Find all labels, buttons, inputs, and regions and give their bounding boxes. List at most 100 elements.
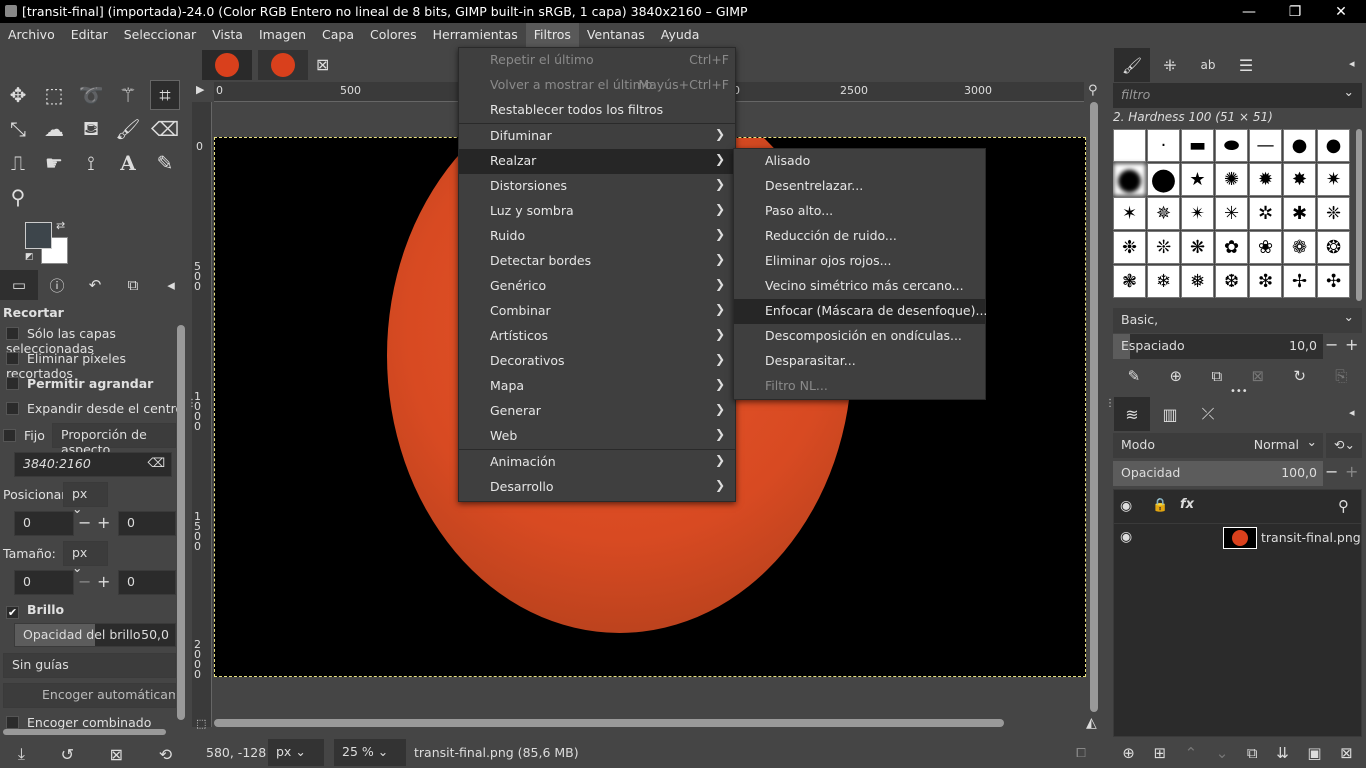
- layer-row[interactable]: ◉ transit-final.png: [1114, 524, 1361, 554]
- smudge-tool-icon[interactable]: ☛: [39, 148, 69, 178]
- close-button[interactable]: ✕: [1318, 0, 1364, 23]
- menu-filtros[interactable]: Filtros: [525, 23, 579, 47]
- duplicate-brush-icon[interactable]: ⧉: [1211, 367, 1222, 385]
- restore-options-icon[interactable]: ↺: [61, 745, 74, 764]
- add-mask-icon[interactable]: ▣: [1307, 744, 1321, 762]
- paths-tool-icon[interactable]: ⟟: [76, 148, 106, 178]
- brush-grid[interactable]: · ▬ ⬬ — ● ● ● ● ★ ✺ ✹ ✸ ✷ ✶ ✵ ✴ ✳ ✲ ✱ ❈ ❉ ❊ ❋ ✿ ❀ ❁ ❂ ❃ ❄ ❅ ❆ ❇ ✢ ✣: [1113, 129, 1353, 304]
- brush-thumbnail[interactable]: ❋: [1181, 231, 1214, 264]
- brush-scrollbar[interactable]: [1356, 129, 1362, 301]
- menu-item-artistic[interactable]: Artísticos ❯: [459, 324, 735, 349]
- brush-thumbnail[interactable]: ✱: [1283, 197, 1316, 230]
- menu-item-animation[interactable]: Animación ❯: [459, 450, 735, 475]
- auto-shrink-button[interactable]: Encoger automáticamente: [3, 683, 176, 708]
- refresh-brushes-icon[interactable]: ↻: [1293, 367, 1306, 385]
- brush-thumbnail[interactable]: ❄: [1147, 265, 1180, 298]
- menu-item-distorts[interactable]: Distorsiones ❯: [459, 174, 735, 199]
- brush-thumbnail[interactable]: ✷: [1317, 163, 1350, 196]
- menu-item-generic[interactable]: Genérico ❯: [459, 274, 735, 299]
- brush-thumbnail[interactable]: ●: [1283, 129, 1316, 162]
- brush-thumbnail[interactable]: ●: [1317, 129, 1350, 162]
- delete-layer-icon[interactable]: ⊠: [1340, 744, 1353, 762]
- swap-colors-icon[interactable]: ⇄: [56, 219, 65, 232]
- fonts-tab-icon[interactable]: ab: [1190, 48, 1226, 82]
- move-tool-icon[interactable]: ✥: [3, 80, 33, 110]
- brush-thumbnail[interactable]: ★: [1181, 163, 1214, 196]
- layer-mode-switch-icon[interactable]: ⟲⌄: [1326, 433, 1362, 458]
- undo-history-tab-icon[interactable]: ↶: [76, 270, 114, 300]
- tab-menu-icon[interactable]: ◂: [1349, 57, 1355, 70]
- vertical-scrollbar[interactable]: [1090, 102, 1098, 712]
- decrement-icon[interactable]: −: [78, 513, 91, 532]
- brush-thumbnail[interactable]: ✹: [1249, 163, 1282, 196]
- checkbox[interactable]: [6, 402, 19, 415]
- raise-layer-icon[interactable]: ⌃: [1185, 744, 1198, 762]
- size-y-input[interactable]: 0: [118, 570, 176, 595]
- brush-thumbnail[interactable]: ·: [1147, 129, 1180, 162]
- tab-menu-icon[interactable]: ◂: [1349, 406, 1355, 419]
- menu-item-high-pass[interactable]: Paso alto...: [734, 199, 985, 224]
- menu-item-red-eye-removal[interactable]: Eliminar ojos rojos...: [734, 249, 985, 274]
- save-options-icon[interactable]: ⤓: [18, 744, 25, 764]
- brush-thumbnail[interactable]: ❀: [1249, 231, 1282, 264]
- open-brush-as-image-icon[interactable]: ⎘: [1335, 367, 1347, 385]
- minimize-button[interactable]: —: [1226, 0, 1272, 23]
- menu-ventanas[interactable]: Ventanas: [579, 23, 653, 47]
- new-layer-group-icon[interactable]: ⊞: [1153, 744, 1166, 762]
- eye-icon[interactable]: ◉: [1120, 498, 1132, 514]
- menu-colores[interactable]: Colores: [362, 23, 425, 47]
- clear-icon[interactable]: ⌫: [147, 455, 165, 470]
- quick-mask-icon[interactable]: ⬚: [196, 717, 206, 730]
- fx-icon[interactable]: fx: [1180, 497, 1194, 512]
- menu-item-development[interactable]: Desarrollo ❯: [459, 475, 735, 500]
- menu-item-decor[interactable]: Decorativos ❯: [459, 349, 735, 374]
- dock-resize-handle[interactable]: •••: [1230, 386, 1248, 397]
- merge-layer-icon[interactable]: ⇊: [1276, 744, 1289, 762]
- brush-thumbnail[interactable]: [1113, 129, 1146, 162]
- brush-thumbnail[interactable]: ❁: [1283, 231, 1316, 264]
- fixed-option[interactable]: Fijo: [3, 428, 45, 443]
- brush-thumbnail[interactable]: ❂: [1317, 231, 1350, 264]
- search-icon[interactable]: ⚲: [1338, 497, 1349, 515]
- expand-center-option[interactable]: Expandir desde el centro: [6, 401, 183, 416]
- brush-thumbnail[interactable]: ❃: [1113, 265, 1146, 298]
- zoom-select[interactable]: 25 % ⌄: [334, 739, 406, 766]
- brush-thumbnail[interactable]: ⬬: [1215, 129, 1248, 162]
- menu-item-edge-detect[interactable]: Detectar bordes ❯: [459, 249, 735, 274]
- menu-item-noise-reduction[interactable]: Reducción de ruido...: [734, 224, 985, 249]
- increment-icon[interactable]: +: [97, 513, 110, 532]
- menu-item-reset-all-filters[interactable]: Restablecer todos los filtros: [459, 98, 735, 123]
- brush-thumbnail[interactable]: ❇: [1249, 265, 1282, 298]
- menu-item-unsharp-mask[interactable]: Enfocar (Máscara de desenfoque)...: [734, 299, 987, 324]
- aspect-dropdown[interactable]: Proporción de aspecto: [52, 423, 176, 457]
- decrement-icon[interactable]: −: [78, 572, 91, 591]
- image-tab-2[interactable]: [258, 50, 308, 80]
- highlight-option[interactable]: ✔ Brillo: [6, 602, 64, 619]
- eraser-tool-icon[interactable]: ⌫: [150, 114, 180, 144]
- brush-thumbnail[interactable]: ❈: [1317, 197, 1350, 230]
- checkbox-checked-icon[interactable]: ✔: [6, 606, 19, 619]
- navigate-icon[interactable]: ◭: [1086, 715, 1097, 731]
- size-x-input[interactable]: 0: [14, 570, 74, 595]
- image-tab-1[interactable]: [202, 50, 252, 80]
- guides-dropdown[interactable]: Sin guías: [3, 653, 176, 678]
- patterns-tab-icon[interactable]: ⁜: [1152, 48, 1188, 82]
- checkbox[interactable]: [3, 429, 16, 442]
- brush-preset-dropdown[interactable]: Basic, ⌄: [1113, 308, 1362, 333]
- menu-item-light-shadow[interactable]: Luz y sombra ❯: [459, 199, 735, 224]
- increment-icon[interactable]: +: [1345, 335, 1358, 354]
- brush-thumbnail[interactable]: ✲: [1249, 197, 1282, 230]
- rect-select-tool-icon[interactable]: ⬚: [39, 80, 69, 110]
- shrink-merged-option[interactable]: Encoger combinado: [6, 715, 151, 730]
- menu-item-blur[interactable]: Difuminar ❯: [459, 124, 735, 149]
- menu-item-despeckle[interactable]: Desparasitar...: [734, 349, 985, 374]
- warp-tool-icon[interactable]: ☁: [39, 114, 69, 144]
- size-unit-select[interactable]: px ⌄: [63, 541, 108, 575]
- checkbox[interactable]: [6, 327, 19, 340]
- duplicate-layer-icon[interactable]: ⧉: [1247, 744, 1258, 762]
- brush-thumbnail[interactable]: ✺: [1215, 163, 1248, 196]
- tab-menu-icon[interactable]: ◂: [152, 270, 190, 300]
- lock-icon[interactable]: 🔒: [1152, 498, 1168, 513]
- menu-item-symmetric-nearest-neighbor[interactable]: Vecino simétrico más cercano...: [734, 274, 985, 299]
- brush-thumbnail[interactable]: ✣: [1317, 265, 1350, 298]
